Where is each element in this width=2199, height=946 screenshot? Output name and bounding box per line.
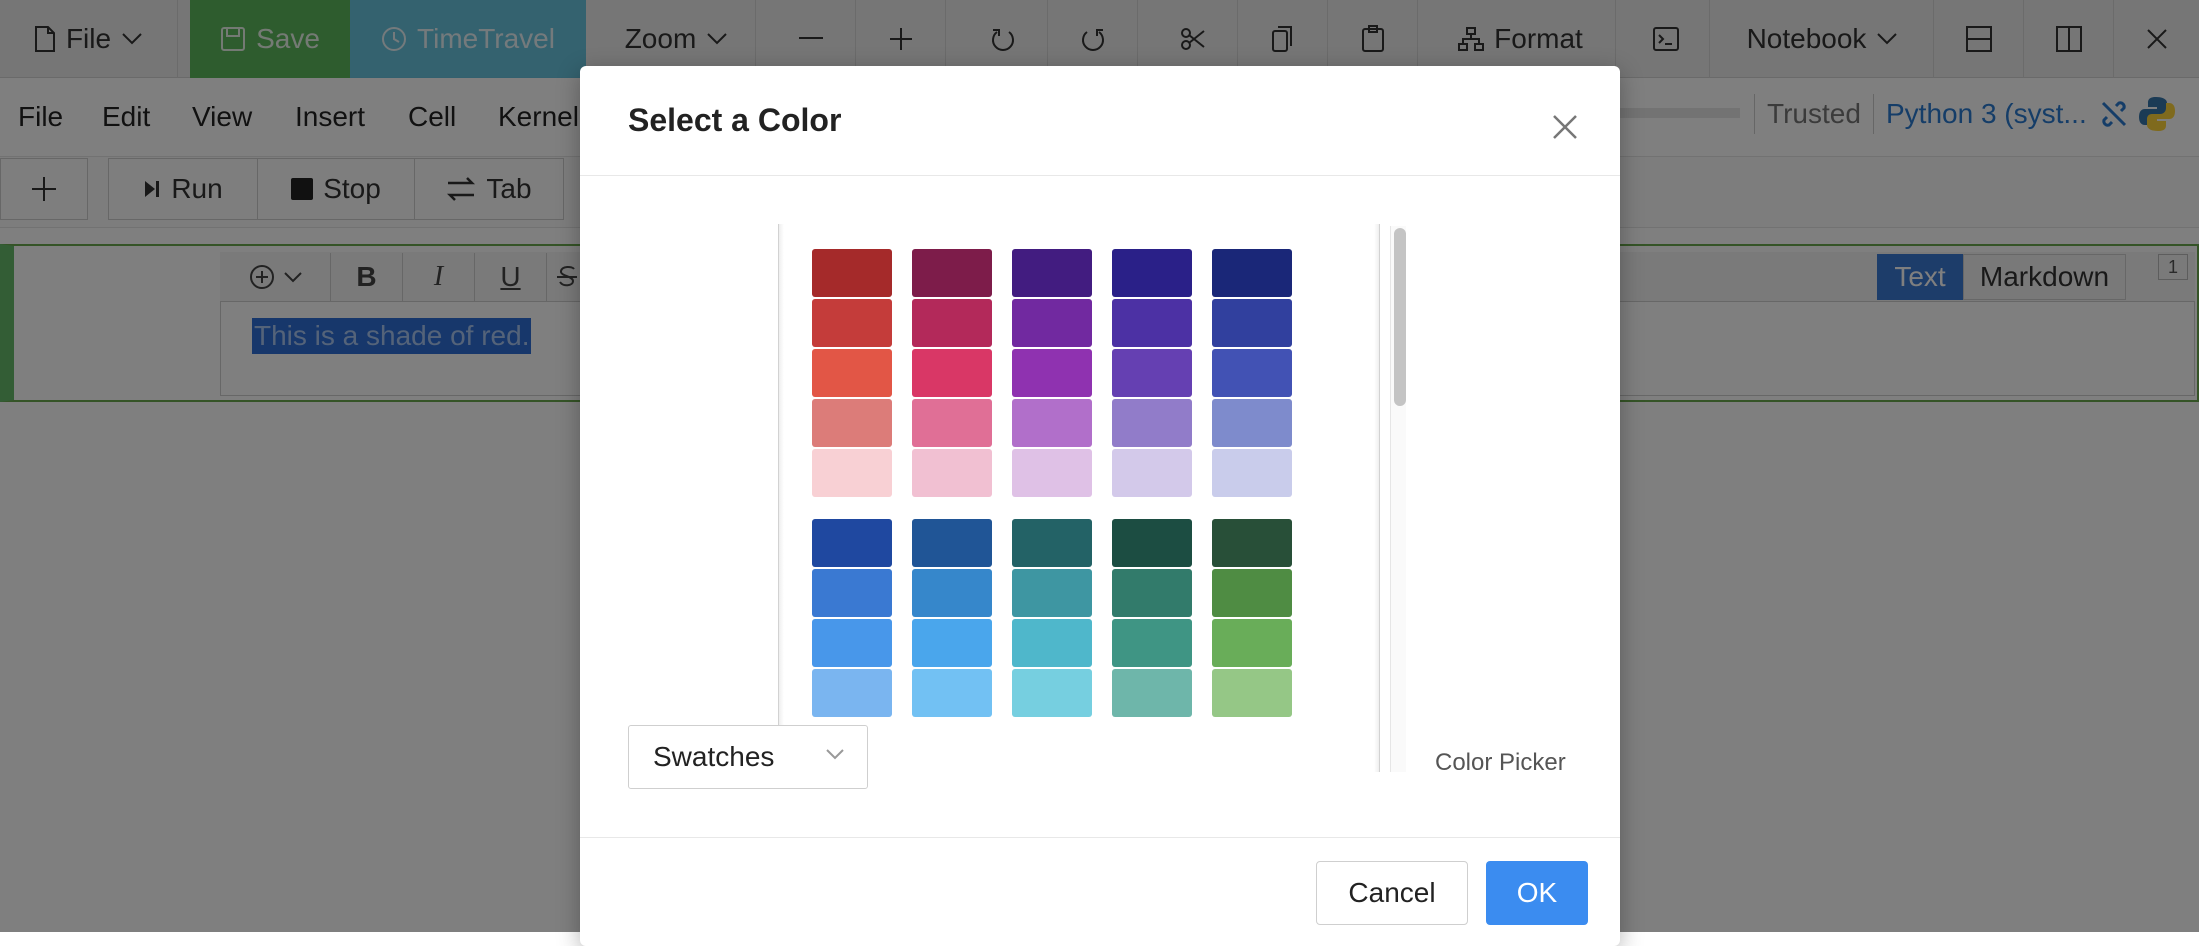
color-swatch[interactable] [1012,449,1092,497]
color-swatch[interactable] [1112,299,1192,347]
palette-scrollbar-thumb[interactable] [1394,228,1406,406]
palette-edge-shadow [1374,224,1380,772]
color-swatch[interactable] [1212,399,1292,447]
color-swatch[interactable] [1112,449,1192,497]
color-swatch[interactable] [1012,249,1092,297]
color-swatch[interactable] [1112,669,1192,717]
color-swatch[interactable] [1112,519,1192,567]
color-mode-value: Swatches [653,741,775,772]
color-swatch[interactable] [1212,519,1292,567]
color-swatch[interactable] [912,569,992,617]
color-swatch[interactable] [812,669,892,717]
color-swatch[interactable] [912,669,992,717]
color-swatch[interactable] [1112,569,1192,617]
color-swatch[interactable] [1112,619,1192,667]
dialog-header-divider [580,175,1620,176]
color-swatch[interactable] [812,399,892,447]
color-swatch[interactable] [812,519,892,567]
color-swatch[interactable] [1212,619,1292,667]
color-picker-link[interactable]: Color Picker [1435,749,1566,777]
color-swatch[interactable] [1212,349,1292,397]
color-swatch[interactable] [1012,399,1092,447]
color-swatch[interactable] [812,249,892,297]
color-swatch[interactable] [812,569,892,617]
color-dialog: Select a Color Swatches Color Picker Can… [580,66,1620,946]
dialog-footer-divider [580,837,1620,838]
close-icon [1553,115,1577,139]
color-swatch[interactable] [1212,449,1292,497]
color-swatch[interactable] [1012,299,1092,347]
swatch-palette [778,224,1380,772]
chevron-down-icon [826,749,844,760]
color-swatch[interactable] [1112,349,1192,397]
color-swatch[interactable] [912,349,992,397]
color-swatch[interactable] [812,619,892,667]
color-swatch[interactable] [1012,519,1092,567]
color-swatch[interactable] [1012,619,1092,667]
color-swatch[interactable] [1212,249,1292,297]
ok-button[interactable]: OK [1486,861,1588,925]
color-swatch[interactable] [812,449,892,497]
color-swatch[interactable] [1112,399,1192,447]
color-swatch[interactable] [1212,669,1292,717]
color-swatch[interactable] [912,249,992,297]
cancel-button[interactable]: Cancel [1316,861,1468,925]
color-swatch[interactable] [912,619,992,667]
color-swatch[interactable] [912,449,992,497]
color-swatch[interactable] [912,399,992,447]
color-mode-select[interactable]: Swatches [628,725,868,789]
color-swatch[interactable] [812,349,892,397]
palette-edge-shadow [778,224,784,772]
dialog-title: Select a Color [628,102,842,138]
color-swatch[interactable] [1012,669,1092,717]
dialog-close-button[interactable] [1540,102,1590,152]
color-swatch[interactable] [1212,569,1292,617]
color-swatch[interactable] [912,299,992,347]
color-swatch[interactable] [812,299,892,347]
color-swatch[interactable] [1212,299,1292,347]
color-swatch[interactable] [1012,569,1092,617]
color-swatch[interactable] [912,519,992,567]
color-swatch[interactable] [1012,349,1092,397]
color-swatch[interactable] [1112,249,1192,297]
